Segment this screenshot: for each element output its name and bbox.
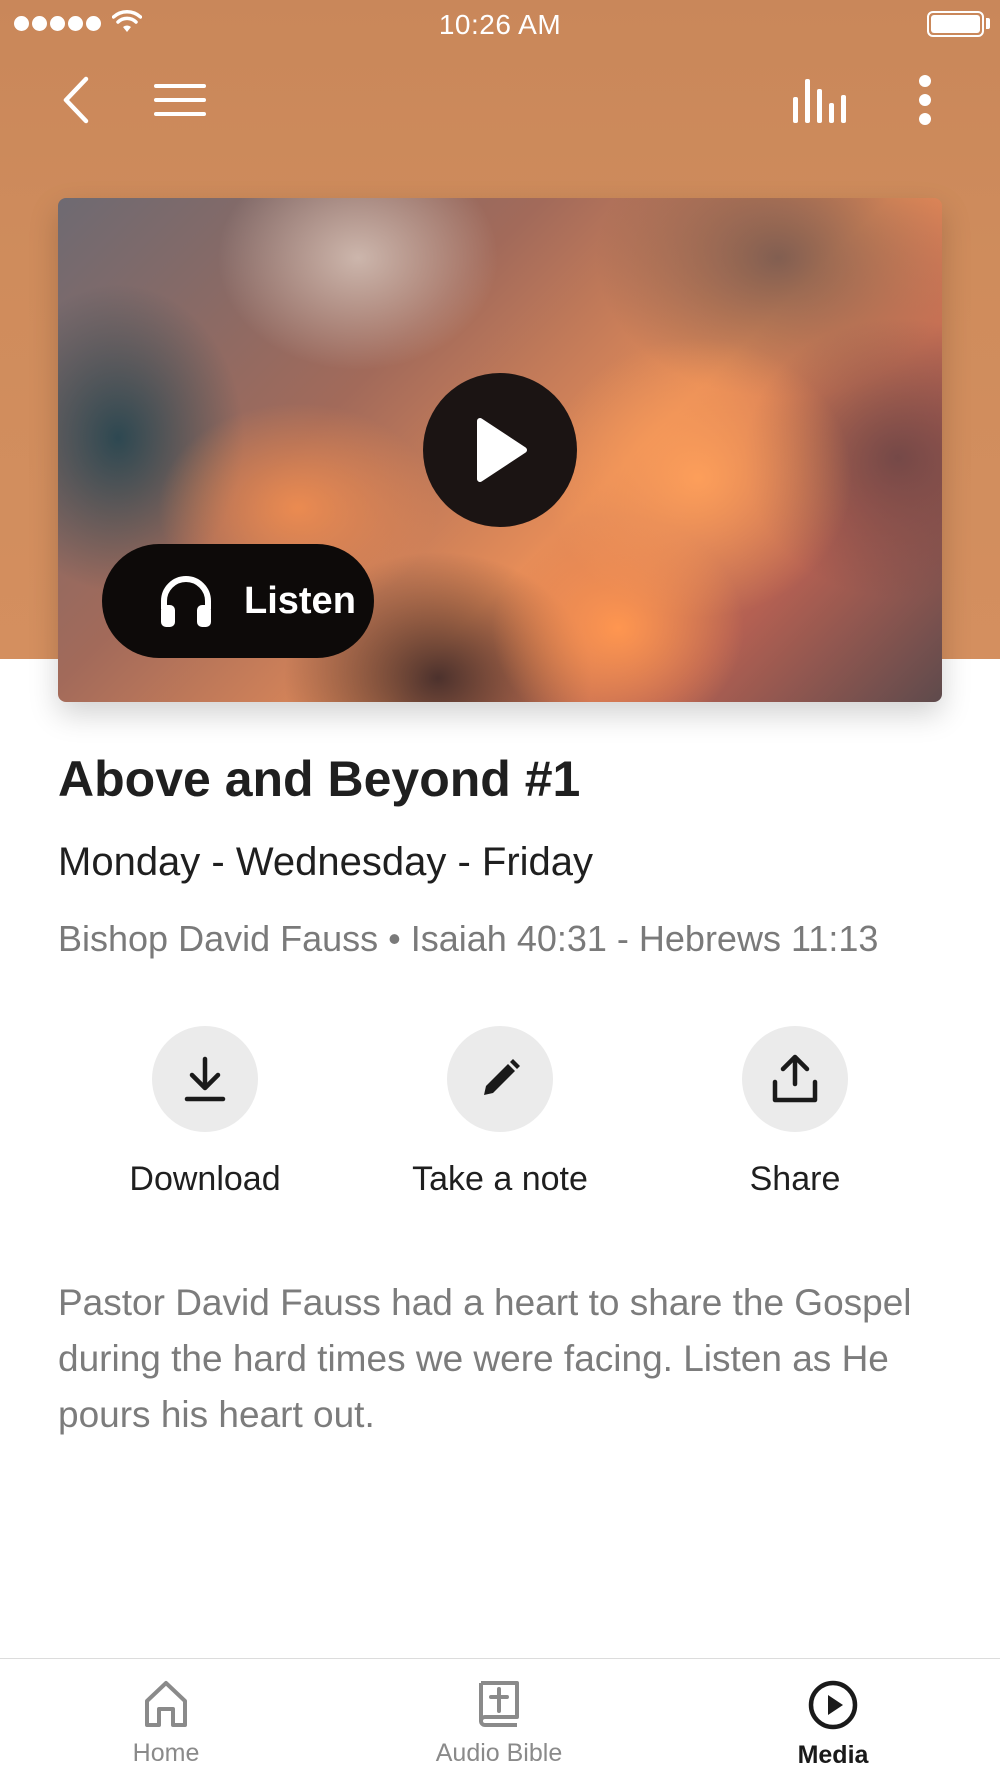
tab-home[interactable]: Home [56, 1659, 276, 1778]
listen-button[interactable]: Listen [102, 544, 374, 658]
battery-icon [927, 11, 984, 37]
play-circle-icon [808, 1680, 858, 1730]
more-options-button[interactable] [905, 70, 945, 130]
home-icon [145, 1681, 187, 1727]
vertical-dots-icon [919, 75, 931, 125]
equalizer-bars-icon [793, 79, 846, 123]
status-time: 10:26 AM [438, 9, 562, 40]
play-button[interactable] [423, 373, 577, 527]
share-button[interactable]: Share [665, 1026, 925, 1199]
download-label: Download [129, 1160, 281, 1198]
take-note-label: Take a note [412, 1160, 588, 1198]
hamburger-menu-icon [154, 84, 206, 116]
take-note-button[interactable]: Take a note [370, 1026, 630, 1199]
episode-schedule: Monday - Wednesday - Friday [58, 840, 594, 884]
share-upload-icon [772, 1054, 818, 1103]
bottom-tab-bar: Home Audio Bible Media [0, 1658, 1000, 1778]
episode-meta: Bishop David Fauss • Isaiah 40:31 - Hebr… [58, 918, 879, 959]
download-button[interactable]: Download [75, 1026, 335, 1199]
share-label: Share [749, 1160, 841, 1198]
tab-media[interactable]: Media [723, 1659, 943, 1778]
share-circle[interactable] [742, 1026, 848, 1132]
play-icon [477, 418, 527, 482]
listen-label: Listen [244, 579, 356, 622]
download-icon [184, 1056, 226, 1102]
tab-audio-bible[interactable]: Audio Bible [389, 1659, 609, 1778]
headphones-icon [161, 576, 211, 627]
take-note-circle[interactable] [447, 1026, 553, 1132]
bible-icon [479, 1681, 519, 1727]
menu-button[interactable] [150, 75, 210, 125]
episode-description: Pastor David Fauss had a heart to share … [58, 1282, 912, 1435]
status-bar: 10:26 AM [0, 0, 1000, 50]
battery-cap [986, 18, 990, 29]
pencil-icon [484, 1059, 520, 1095]
chevron-left-icon [63, 76, 89, 124]
download-circle[interactable] [152, 1026, 258, 1132]
episode-title: Above and Beyond #1 [58, 751, 581, 807]
back-button[interactable] [50, 70, 100, 130]
tab-audio-bible-label: Audio Bible [435, 1739, 563, 1767]
tab-media-label: Media [797, 1741, 869, 1769]
now-playing-button[interactable] [785, 72, 855, 128]
tab-home-label: Home [132, 1739, 200, 1767]
media-artwork: Listen [58, 198, 942, 702]
